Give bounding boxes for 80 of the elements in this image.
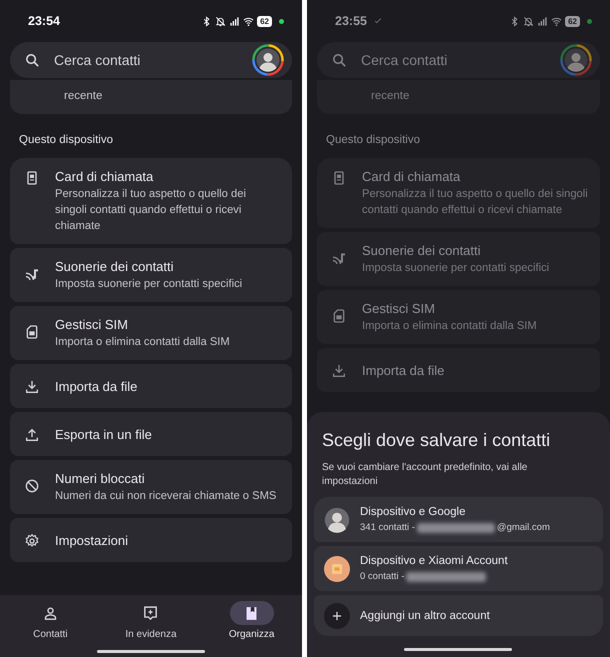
item-title: Impostazioni <box>55 532 128 549</box>
sim-card-icon <box>331 308 347 324</box>
account-logo-icon <box>324 556 350 582</box>
wifi-icon <box>551 16 562 26</box>
settings-item[interactable]: Gestisci SIM Importa o elimina contatti dalla SIM <box>10 306 292 360</box>
nav-tab[interactable]: Contatti <box>33 629 68 640</box>
card-description: recente <box>64 90 102 102</box>
item-title: Gestisci SIM <box>362 300 436 317</box>
mute-icon <box>215 16 226 26</box>
battery-level: 62 <box>257 16 272 26</box>
bluetooth-icon <box>509 16 520 26</box>
settings-item[interactable]: Gestisci SIM Importa o elimina contatti dalla SIM <box>317 290 600 344</box>
download-icon <box>331 362 347 378</box>
settings-item[interactable]: Suonerie dei contatti Imposta suonerie per contatti specifici <box>317 232 600 286</box>
account-row[interactable]: Dispositivo e Xiaomi Account 0 contatti - <box>314 546 603 591</box>
item-title: Card di chiamata <box>362 168 462 185</box>
avatar-icon[interactable] <box>324 506 350 532</box>
wifi-icon <box>243 16 254 26</box>
item-description: Personalizza il tuo aspetto o quello dei singoli contatti quando effettui o ricevi chiamate <box>362 187 588 218</box>
item-title: Importa da file <box>55 378 138 395</box>
sparkle-icon[interactable] <box>142 604 160 622</box>
bluetooth-icon <box>201 16 212 26</box>
item-description: Numeri da cui non riceverai chiamate o SMS <box>55 489 276 504</box>
item-title: Suonerie dei contatti <box>362 242 482 259</box>
battery-level: 62 <box>565 16 580 26</box>
settings-item[interactable]: Suonerie dei contatti Imposta suonerie per contatti specifici <box>10 248 292 302</box>
avatar-icon[interactable] <box>560 44 592 76</box>
item-title: Importa da file <box>362 362 444 379</box>
item-title: Esporta in un file <box>55 426 152 443</box>
search-icon[interactable] <box>24 52 41 68</box>
settings-item[interactable]: Numeri bloccati Numeri da cui non riceverai chiamate o SMS <box>10 460 292 514</box>
account-label: Aggiungi un altro account <box>360 610 490 622</box>
search-bar[interactable]: Cerca contatti <box>10 42 292 78</box>
account-name: Dispositivo e Xiaomi Account <box>360 555 508 567</box>
avatar-icon[interactable] <box>252 44 284 76</box>
item-title: Numeri bloccati <box>55 470 146 487</box>
item-description: Imposta suonerie per contatti specifici <box>55 277 242 292</box>
item-description: Imposta suonerie per contatti specifici <box>362 261 550 276</box>
indicator-dot <box>587 18 592 24</box>
clock-time: 23:55 <box>335 14 367 28</box>
account-detail: 341 contatti - <box>360 522 415 533</box>
account-name: Dispositivo e Google <box>360 506 466 518</box>
item-description: Importa o elimina contatti dalla SIM <box>362 319 537 334</box>
account-email: @gmail.com <box>496 522 550 533</box>
item-title: Card di chiamata <box>55 168 154 185</box>
settings-item[interactable]: Esporta in un file <box>10 412 292 456</box>
settings-item[interactable]: Card di chiamata Personalizza il tuo aspetto o quello dei singoli contatti quando effettui o ricevi chiamate <box>10 158 292 244</box>
settings-item[interactable]: Impostazioni <box>10 518 292 562</box>
signal-icon <box>537 16 548 26</box>
search-field[interactable]: Cerca contatti <box>52 51 252 69</box>
nav-tab[interactable]: Organizza <box>228 629 274 640</box>
mute-icon <box>523 16 534 26</box>
upload-icon <box>24 426 40 442</box>
search-icon[interactable] <box>331 52 348 68</box>
clock-time: 23:54 <box>28 14 60 28</box>
sheet-title: Scegli dove salvare i contatti <box>321 430 552 451</box>
sheet-description: Se vuoi cambiare l'account predefinito, vai alle impostazioni <box>321 461 528 489</box>
account-detail: 0 contatti - <box>360 571 404 582</box>
settings-icon <box>24 532 40 548</box>
item-title: Suonerie dei contatti <box>55 258 175 275</box>
item-description: Personalizza il tuo aspetto o quello dei singoli contatti quando effettui o ricevi chiamate <box>55 187 247 234</box>
indicator-dot <box>279 18 284 24</box>
sim-card-icon <box>24 324 40 340</box>
nav-tab[interactable]: In evidenza <box>125 629 177 640</box>
download-icon <box>24 378 40 394</box>
section-heading: Questo dispositivo <box>18 133 114 148</box>
add-account-row[interactable]: Aggiungi un altro account <box>314 595 603 636</box>
item-description: Importa o elimina contatti dalla SIM <box>55 335 230 350</box>
block-icon <box>24 478 40 494</box>
nav-tab-indicator[interactable] <box>230 601 274 625</box>
settings-item[interactable]: Importa da file <box>317 348 600 392</box>
item-title: Gestisci SIM <box>55 316 129 333</box>
search-bar[interactable]: Cerca contatti <box>317 42 600 78</box>
settings-item[interactable]: Card di chiamata Personalizza il tuo aspetto o quello dei singoli contatti quando effettui o ricevi chiamate <box>317 158 600 228</box>
search-field[interactable]: Cerca contatti <box>359 51 560 69</box>
card-description: recente <box>371 90 410 102</box>
section-heading: Questo dispositivo <box>325 133 421 148</box>
settings-item[interactable]: Importa da file <box>10 364 292 408</box>
signal-icon <box>229 16 240 26</box>
account-row[interactable]: Dispositivo e Google 341 contatti - @gmail.com <box>314 497 603 542</box>
